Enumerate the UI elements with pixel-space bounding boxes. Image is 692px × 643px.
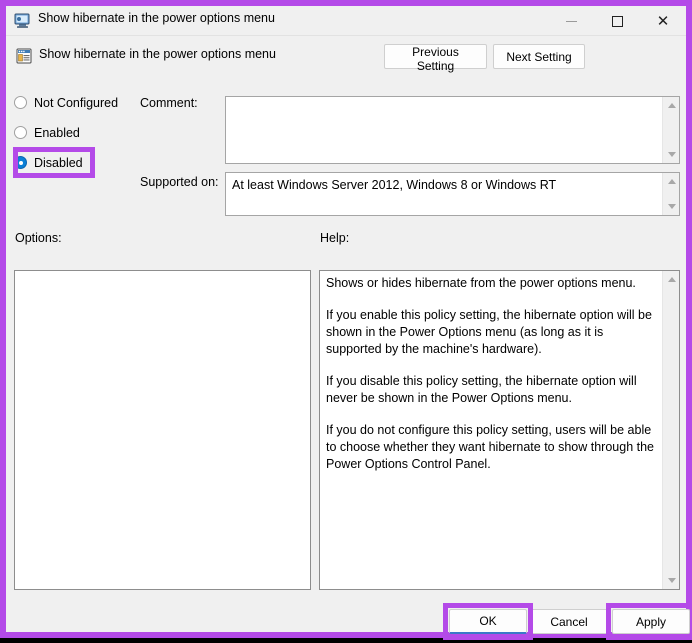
help-scrollbar[interactable]	[662, 271, 679, 589]
title-bar: Show hibernate in the power options menu…	[6, 6, 686, 36]
scroll-down-icon[interactable]	[663, 572, 680, 589]
next-setting-button[interactable]: Next Setting	[493, 44, 585, 69]
maximize-button[interactable]	[594, 6, 640, 36]
radio-disabled-label: Disabled	[34, 155, 83, 170]
maximize-icon	[611, 15, 623, 27]
close-icon: ✕	[656, 11, 670, 30]
help-paragraph: If you enable this policy setting, the h…	[326, 308, 652, 356]
scroll-down-icon[interactable]	[663, 146, 680, 163]
help-text-content: Shows or hides hibernate from the power …	[320, 271, 662, 589]
group-policy-setting-window: Show hibernate in the power options menu…	[0, 0, 692, 640]
scroll-up-icon[interactable]	[663, 173, 680, 190]
policy-setting-icon	[16, 48, 32, 64]
help-paragraph: If you disable this policy setting, the …	[326, 374, 637, 405]
options-panel[interactable]	[14, 270, 311, 590]
cancel-button[interactable]: Cancel	[530, 609, 608, 634]
minimize-button[interactable]	[548, 6, 594, 36]
scroll-up-icon[interactable]	[663, 271, 680, 288]
radio-not-configured[interactable]: Not Configured	[14, 92, 144, 113]
comment-input[interactable]	[225, 96, 680, 164]
radio-enabled[interactable]: Enabled	[14, 122, 144, 143]
policy-header: Show hibernate in the power options menu…	[6, 36, 686, 88]
help-paragraph: Shows or hides hibernate from the power …	[326, 276, 636, 290]
minimize-icon	[565, 20, 577, 22]
help-paragraph: If you do not configure this policy sett…	[326, 423, 654, 471]
options-label: Options:	[15, 231, 62, 245]
supported-on-scrollbar[interactable]	[662, 173, 679, 215]
supported-on-label: Supported on:	[140, 175, 219, 189]
help-label: Help:	[320, 231, 350, 245]
apply-button[interactable]: Apply	[612, 609, 690, 634]
policy-name-label: Show hibernate in the power options menu	[39, 47, 276, 61]
radio-enabled-label: Enabled	[34, 125, 80, 140]
scroll-up-icon[interactable]	[663, 97, 680, 114]
supported-on-field[interactable]: At least Windows Server 2012, Windows 8 …	[225, 172, 680, 216]
help-panel: Shows or hides hibernate from the power …	[319, 270, 680, 590]
monitor-policy-icon	[14, 13, 30, 28]
radio-button-icon	[14, 96, 27, 109]
comment-scrollbar[interactable]	[662, 97, 679, 163]
window-client-area: Show hibernate in the power options menu…	[6, 6, 692, 640]
close-button[interactable]: ✕	[640, 6, 686, 36]
radio-disabled[interactable]: Disabled	[13, 147, 144, 178]
supported-on-value: At least Windows Server 2012, Windows 8 …	[232, 178, 557, 192]
comment-label: Comment:	[140, 96, 198, 110]
radio-button-icon	[14, 126, 27, 139]
policy-state-radio-group: Not Configured Enabled Disabled	[13, 92, 144, 182]
ok-button[interactable]: OK	[449, 609, 527, 634]
radio-not-configured-label: Not Configured	[34, 95, 119, 110]
window-title: Show hibernate in the power options menu	[38, 11, 275, 25]
scroll-down-icon[interactable]	[663, 198, 680, 215]
previous-setting-button[interactable]: Previous Setting	[384, 44, 487, 73]
radio-button-selected-icon	[14, 156, 27, 169]
